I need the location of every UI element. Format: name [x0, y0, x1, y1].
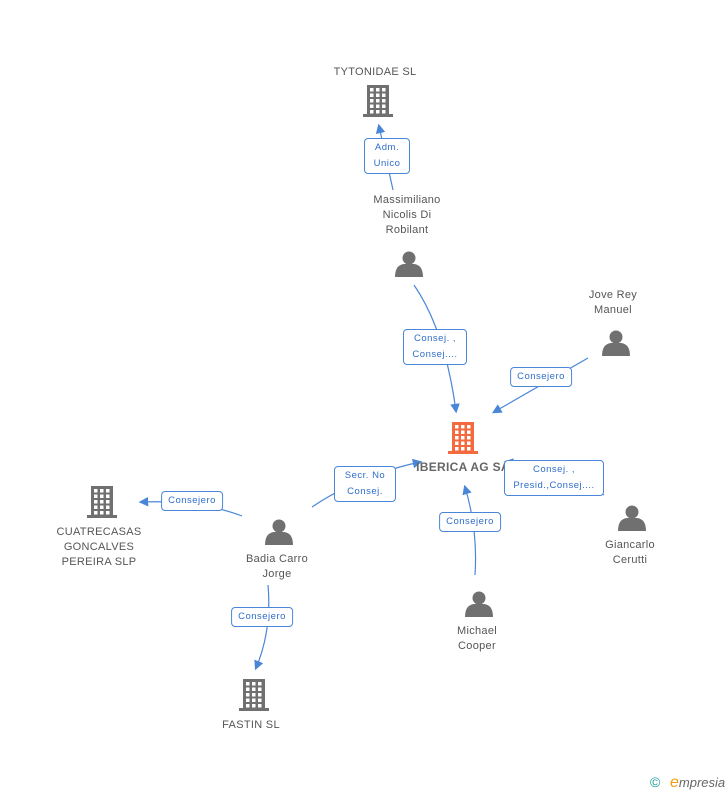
person-node[interactable]: Badia Carro Jorge [237, 552, 317, 582]
person-name: Giancarlo Cerutti [605, 539, 655, 566]
edge-label[interactable]: Adm. Unico [364, 138, 410, 174]
company-node-center[interactable]: IBERICA AG SA [416, 460, 510, 476]
edge-label[interactable]: Consejero [510, 367, 572, 387]
building-icon [448, 422, 478, 454]
company-node[interactable]: FASTIN SL [222, 718, 280, 733]
logo-text: mpresia [678, 775, 726, 790]
person-name: Michael Cooper [456, 625, 497, 652]
building-icon [363, 85, 393, 117]
company-name: TYTONIDAE SL [333, 66, 417, 78]
building-icon [239, 679, 269, 711]
edge-label[interactable]: Consej. , Consej.... [403, 329, 467, 365]
person-node[interactable]: Massimiliano Nicolis Di Robilant [362, 193, 452, 238]
person-node[interactable]: Michael Cooper [447, 624, 507, 654]
company-name: IBERICA AG SA [416, 460, 510, 474]
logo-e: e [670, 774, 679, 791]
edge-label[interactable]: Consejero [161, 491, 223, 511]
edge-label[interactable]: Consejero [231, 607, 293, 627]
person-icon [265, 519, 293, 545]
edge-label[interactable]: Consejero [439, 512, 501, 532]
company-name: FASTIN SL [222, 719, 280, 731]
person-icon [465, 591, 493, 617]
person-name: Massimiliano Nicolis Di Robilant [373, 194, 441, 236]
company-name: CUATRECASAS GONCALVES PEREIRA SLP [56, 526, 142, 568]
building-icon [87, 486, 117, 518]
company-node[interactable]: TYTONIDAE SL [334, 65, 417, 80]
person-node[interactable]: Jove Rey Manuel [578, 288, 648, 318]
company-node[interactable]: CUATRECASAS GONCALVES PEREIRA SLP [44, 525, 154, 570]
edges-layer [87, 85, 646, 711]
network-diagram: IBERICA AG SA TYTONIDAE SL CUATRECASAS G… [0, 0, 728, 795]
person-node[interactable]: Giancarlo Cerutti [595, 538, 665, 568]
person-icon [395, 251, 423, 277]
person-name: Badia Carro Jorge [246, 553, 308, 580]
copyright-icon: © [650, 774, 661, 790]
person-icon [618, 505, 646, 531]
person-icon [602, 330, 630, 356]
empresia-logo[interactable]: empresia [670, 774, 725, 792]
edge-label[interactable]: Secr. No Consej. [334, 466, 396, 502]
person-name: Jove Rey Manuel [588, 289, 638, 316]
edge-label[interactable]: Consej. , Presid.,Consej.... [504, 460, 604, 496]
